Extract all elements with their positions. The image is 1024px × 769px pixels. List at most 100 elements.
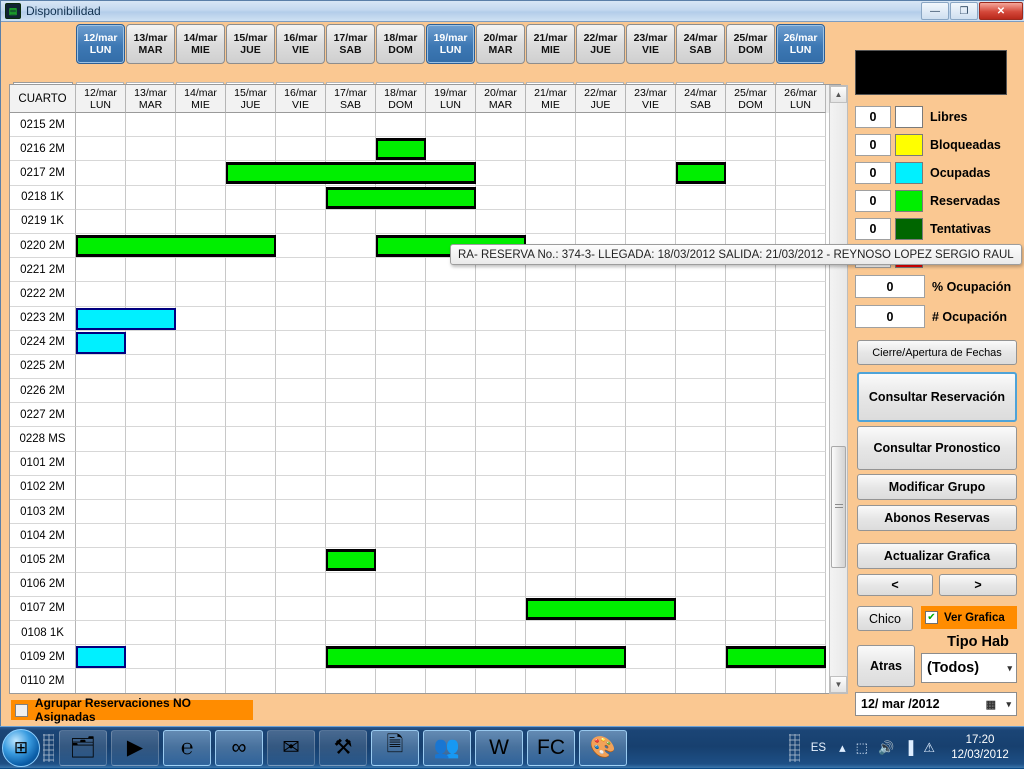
grid-cell[interactable] — [326, 669, 376, 693]
date-button-4[interactable]: 16/mar VIE — [276, 24, 325, 64]
table-row[interactable]: 0222 2M — [10, 282, 840, 307]
grid-cell[interactable] — [176, 427, 226, 452]
grid-cell[interactable] — [326, 548, 376, 573]
grid-cell[interactable] — [626, 113, 676, 138]
grid-cell[interactable] — [776, 572, 826, 597]
grid-cell[interactable] — [76, 306, 126, 331]
grid-cell[interactable] — [526, 379, 576, 404]
grid-cell[interactable] — [626, 645, 676, 670]
table-row[interactable]: 0102 2M — [10, 475, 840, 500]
grid-cell[interactable] — [776, 500, 826, 525]
grid-cell[interactable] — [326, 209, 376, 234]
grid-cell[interactable] — [126, 620, 176, 646]
availability-grid[interactable]: CUARTO 12/mar LUN 13/mar MAR 14/mar MIE 15/mar J… — [9, 84, 841, 694]
grid-cell[interactable] — [226, 137, 276, 162]
grid-cell[interactable] — [76, 185, 126, 210]
reservation-bar[interactable] — [526, 646, 576, 669]
grid-cell[interactable] — [576, 524, 626, 549]
grid-cell[interactable] — [576, 620, 626, 646]
grid-cell[interactable] — [176, 500, 226, 525]
reservation-bar[interactable] — [376, 234, 426, 257]
grid-cell[interactable] — [176, 620, 226, 646]
grid-cell[interactable] — [376, 475, 426, 500]
grid-cell[interactable] — [126, 354, 176, 380]
grid-cell[interactable] — [276, 330, 326, 355]
reservation-bar[interactable] — [76, 234, 126, 257]
grid-cell[interactable] — [176, 379, 226, 404]
taskbar-item-word[interactable]: W — [475, 729, 523, 766]
taskbar-item-media-player[interactable]: ▶ — [111, 729, 159, 766]
grid-cell[interactable] — [626, 282, 676, 307]
grid-cell[interactable] — [376, 379, 426, 404]
grid-cell[interactable] — [576, 596, 626, 621]
grid-cell[interactable] — [526, 645, 576, 670]
grid-cell[interactable] — [776, 645, 826, 670]
table-row[interactable]: 0226 2M — [10, 379, 840, 404]
grid-cell[interactable] — [426, 524, 476, 549]
grid-cell[interactable] — [326, 451, 376, 476]
grid-cell[interactable] — [726, 475, 776, 500]
grid-cell[interactable] — [76, 645, 126, 670]
grid-cell[interactable] — [76, 330, 126, 355]
grid-cell[interactable] — [126, 185, 176, 210]
grid-cell[interactable] — [576, 548, 626, 573]
reservation-bar[interactable] — [276, 162, 326, 185]
modificar-grupo-button[interactable]: Modificar Grupo — [857, 474, 1017, 500]
grid-cell[interactable] — [276, 524, 326, 549]
grid-cell[interactable] — [526, 475, 576, 500]
grid-cell[interactable] — [376, 669, 426, 693]
grid-cell[interactable] — [176, 669, 226, 693]
reservation-bar[interactable] — [326, 162, 376, 185]
grid-cell[interactable] — [476, 379, 526, 404]
calendar-icon[interactable]: ▦ — [986, 698, 996, 711]
grid-cell[interactable] — [726, 185, 776, 210]
grid-cell[interactable] — [476, 185, 526, 210]
table-row[interactable]: 0107 2M — [10, 596, 840, 621]
grid-cell[interactable] — [776, 113, 826, 138]
grid-cell[interactable] — [626, 694, 676, 695]
reservation-bar[interactable] — [426, 162, 476, 185]
grid-cell[interactable] — [176, 596, 226, 621]
grid-cell[interactable] — [626, 475, 676, 500]
grid-cell[interactable] — [326, 185, 376, 210]
taskbar-item-database-tools[interactable]: ⚒ — [319, 729, 367, 766]
taskbar-item-notepad[interactable]: 🗎 — [371, 729, 419, 766]
date-button-0[interactable]: 12/mar LUN — [76, 24, 125, 64]
grid-cell[interactable] — [76, 620, 126, 646]
grid-cell[interactable] — [76, 282, 126, 307]
grid-cell[interactable] — [226, 185, 276, 210]
grid-cell[interactable] — [476, 113, 526, 138]
date-button-11[interactable]: 23/mar VIE — [626, 24, 675, 64]
grid-cell[interactable] — [276, 185, 326, 210]
grid-cell[interactable] — [526, 451, 576, 476]
grid-cell[interactable] — [776, 524, 826, 549]
grid-cell[interactable] — [276, 354, 326, 380]
grid-cell[interactable] — [76, 475, 126, 500]
grid-cell[interactable] — [776, 620, 826, 646]
grid-cell[interactable] — [576, 306, 626, 331]
grid-cell[interactable] — [326, 258, 376, 283]
grid-cell[interactable] — [626, 354, 676, 380]
grid-cell[interactable] — [776, 306, 826, 331]
grid-cell[interactable] — [76, 500, 126, 525]
tray-icon-4[interactable]: ⚠ — [923, 740, 935, 756]
grid-cell[interactable] — [176, 185, 226, 210]
grid-cell[interactable] — [726, 354, 776, 380]
grid-cell[interactable] — [526, 669, 576, 693]
grid-cell[interactable] — [226, 258, 276, 283]
scrollbar-thumb[interactable] — [831, 446, 846, 568]
abonos-reservas-button[interactable]: Abonos Reservas — [857, 505, 1017, 531]
grid-cell[interactable] — [426, 572, 476, 597]
table-row[interactable]: 0104 2M — [10, 524, 840, 549]
tray-icon-1[interactable]: ⬚ — [856, 740, 868, 756]
grid-cell[interactable] — [726, 596, 776, 621]
grid-cell[interactable] — [226, 451, 276, 476]
actualizar-grafica-button[interactable]: Actualizar Grafica — [857, 543, 1017, 569]
grid-cell[interactable] — [626, 596, 676, 621]
grid-cell[interactable] — [426, 185, 476, 210]
grid-cell[interactable] — [476, 645, 526, 670]
table-row[interactable]: 0217 2M — [10, 161, 840, 186]
grid-cell[interactable] — [126, 379, 176, 404]
grid-cell[interactable] — [326, 233, 376, 259]
table-row[interactable]: 0225 2M — [10, 354, 840, 380]
